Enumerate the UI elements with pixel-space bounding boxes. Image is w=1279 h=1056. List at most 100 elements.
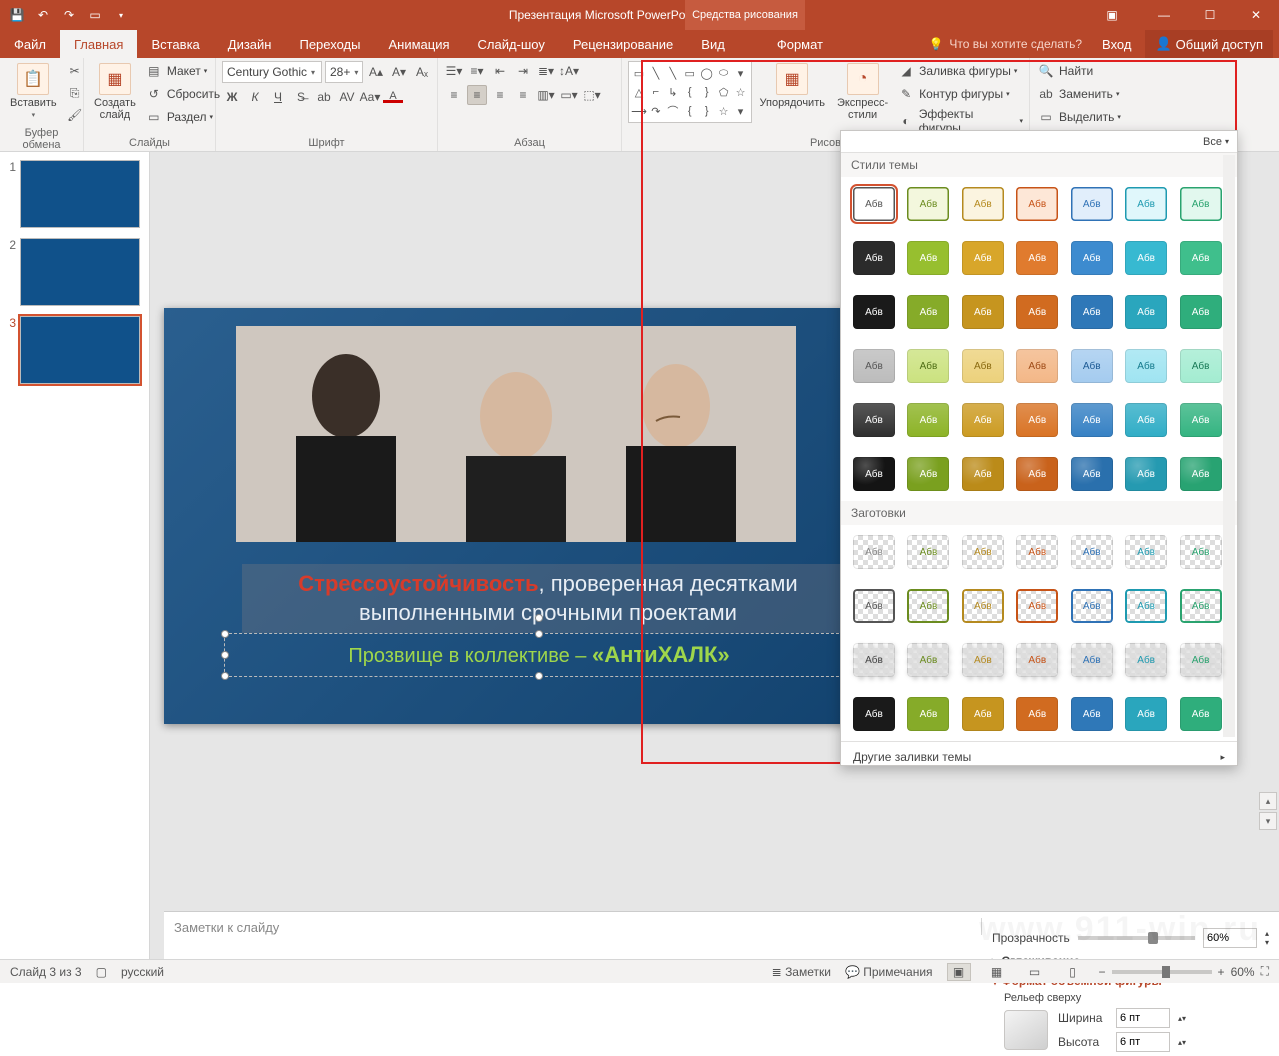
style-swatch[interactable]: Абв [1071,349,1113,383]
tab-slideshow[interactable]: Слайд-шоу [464,30,559,58]
reading-view-icon[interactable]: ▭ [1023,963,1047,981]
zoom-in-icon[interactable]: + [1218,965,1225,979]
style-swatch[interactable]: Абв [1180,589,1222,623]
transparency-slider[interactable] [1078,936,1195,940]
slideshow-view-icon[interactable]: ▯ [1061,963,1085,981]
ribbon-options-icon[interactable]: ▣ [1089,0,1135,30]
tab-review[interactable]: Рецензирование [559,30,687,58]
style-swatch[interactable]: Абв [1016,589,1058,623]
style-swatch[interactable]: Абв [907,403,949,437]
underline-icon[interactable]: Ч [268,87,288,107]
style-swatch[interactable]: Абв [1180,643,1222,677]
tab-file[interactable]: Файл [0,30,60,58]
normal-view-icon[interactable]: ▣ [947,963,971,981]
italic-icon[interactable]: К [245,87,265,107]
share-button[interactable]: 👤 Общий доступ [1145,30,1273,58]
slide-thumbnail-3[interactable] [20,316,140,384]
style-swatch[interactable]: Абв [1125,187,1167,221]
align-text-icon[interactable]: ▭▾ [559,85,579,105]
style-swatch[interactable]: Абв [1016,643,1058,677]
columns-icon[interactable]: ▥▾ [536,85,556,105]
style-swatch[interactable]: Абв [1071,457,1113,491]
style-swatch[interactable]: Абв [1016,295,1058,329]
format-painter-icon[interactable]: 🖌 [65,105,85,125]
style-swatch[interactable]: Абв [1016,187,1058,221]
layout-button[interactable]: ▤Макет▾ [144,61,220,81]
style-swatch[interactable]: Абв [853,457,895,491]
bullets-icon[interactable]: ☰▾ [444,61,464,81]
section-button[interactable]: ▭Раздел▾ [144,107,220,127]
style-swatch[interactable]: Абв [1125,403,1167,437]
style-swatch[interactable]: Абв [1180,295,1222,329]
undo-icon[interactable]: ↶ [34,6,52,24]
reset-button[interactable]: ↺Сбросить [144,84,220,104]
style-swatch[interactable]: Абв [962,643,1004,677]
spinner-buttons[interactable]: ▴▾ [1178,1038,1186,1047]
style-swatch[interactable]: Абв [1180,349,1222,383]
style-swatch[interactable]: Абв [1071,535,1113,569]
more-theme-fills[interactable]: Другие заливки темы▸ [841,741,1237,772]
tab-format[interactable]: Формат [763,30,837,58]
maximize-icon[interactable]: ☐ [1187,0,1233,30]
style-swatch[interactable]: Абв [1016,697,1058,731]
style-swatch[interactable]: Абв [962,349,1004,383]
shadow-icon[interactable]: ab [314,87,334,107]
tab-animations[interactable]: Анимация [374,30,463,58]
tab-insert[interactable]: Вставка [137,30,213,58]
style-swatch[interactable]: Абв [907,241,949,275]
style-swatch[interactable]: Абв [1071,643,1113,677]
style-swatch[interactable]: Абв [1016,457,1058,491]
tab-design[interactable]: Дизайн [214,30,286,58]
style-swatch[interactable]: Абв [1180,697,1222,731]
style-swatch[interactable]: Абв [853,403,895,437]
style-swatch[interactable]: Абв [1071,295,1113,329]
tab-view[interactable]: Вид [687,30,739,58]
style-swatch[interactable]: Абв [962,589,1004,623]
style-swatch[interactable]: Абв [853,697,895,731]
gallery-header[interactable]: Все▾ [841,131,1237,153]
align-right-icon[interactable]: ≡ [490,85,510,105]
style-swatch[interactable]: Абв [1016,349,1058,383]
style-swatch[interactable]: Абв [907,535,949,569]
signin-link[interactable]: Вход [1092,37,1141,52]
zoom-out-icon[interactable]: − [1099,965,1106,979]
line-spacing-icon[interactable]: ≣▾ [536,61,556,81]
decrease-font-icon[interactable]: A▾ [389,62,409,82]
style-swatch[interactable]: Абв [1125,457,1167,491]
style-swatch[interactable]: Абв [853,241,895,275]
spinner-buttons[interactable]: ▴▾ [1265,929,1269,947]
strikethrough-icon[interactable]: S̶ [291,87,311,107]
style-swatch[interactable]: Абв [1016,241,1058,275]
style-swatch[interactable]: Абв [962,697,1004,731]
sorter-view-icon[interactable]: ▦ [985,963,1009,981]
style-swatch[interactable]: Абв [1125,295,1167,329]
style-swatch[interactable]: Абв [853,295,895,329]
style-swatch[interactable]: Абв [962,457,1004,491]
new-slide-button[interactable]: ▦ Создать слайд [90,61,140,123]
style-swatch[interactable]: Абв [853,349,895,383]
style-swatch[interactable]: Абв [1125,349,1167,383]
slide[interactable]: Стрессоустойчивость, проверенная десятка… [164,308,904,724]
style-swatch[interactable]: Абв [907,589,949,623]
style-swatch[interactable]: Абв [1071,241,1113,275]
text-direction-icon[interactable]: ↕A▾ [559,61,579,81]
bevel-width-input[interactable] [1116,1008,1170,1028]
style-swatch[interactable]: Абв [907,697,949,731]
align-center-icon[interactable]: ≡ [467,85,487,105]
style-swatch[interactable]: Абв [1125,589,1167,623]
style-swatch[interactable]: Абв [962,241,1004,275]
fit-to-window-icon[interactable]: ⛶ [1261,964,1269,979]
zoom-level[interactable]: 60% [1231,965,1255,979]
comments-button[interactable]: 💬 Примечания [845,965,933,979]
tab-home[interactable]: Главная [60,30,137,58]
shape-fill-button[interactable]: ◢Заливка фигуры▾ [896,61,1023,81]
font-size-combo[interactable]: 28+▾ [325,61,363,83]
style-swatch[interactable]: Абв [1125,535,1167,569]
style-swatch[interactable]: Абв [853,589,895,623]
replace-button[interactable]: abЗаменить▾ [1036,84,1119,104]
clear-formatting-icon[interactable]: Aₓ [412,62,432,82]
style-swatch[interactable]: Абв [962,535,1004,569]
style-swatch[interactable]: Абв [1071,589,1113,623]
change-case-icon[interactable]: Aa▾ [360,87,380,107]
style-swatch[interactable]: Абв [1125,697,1167,731]
